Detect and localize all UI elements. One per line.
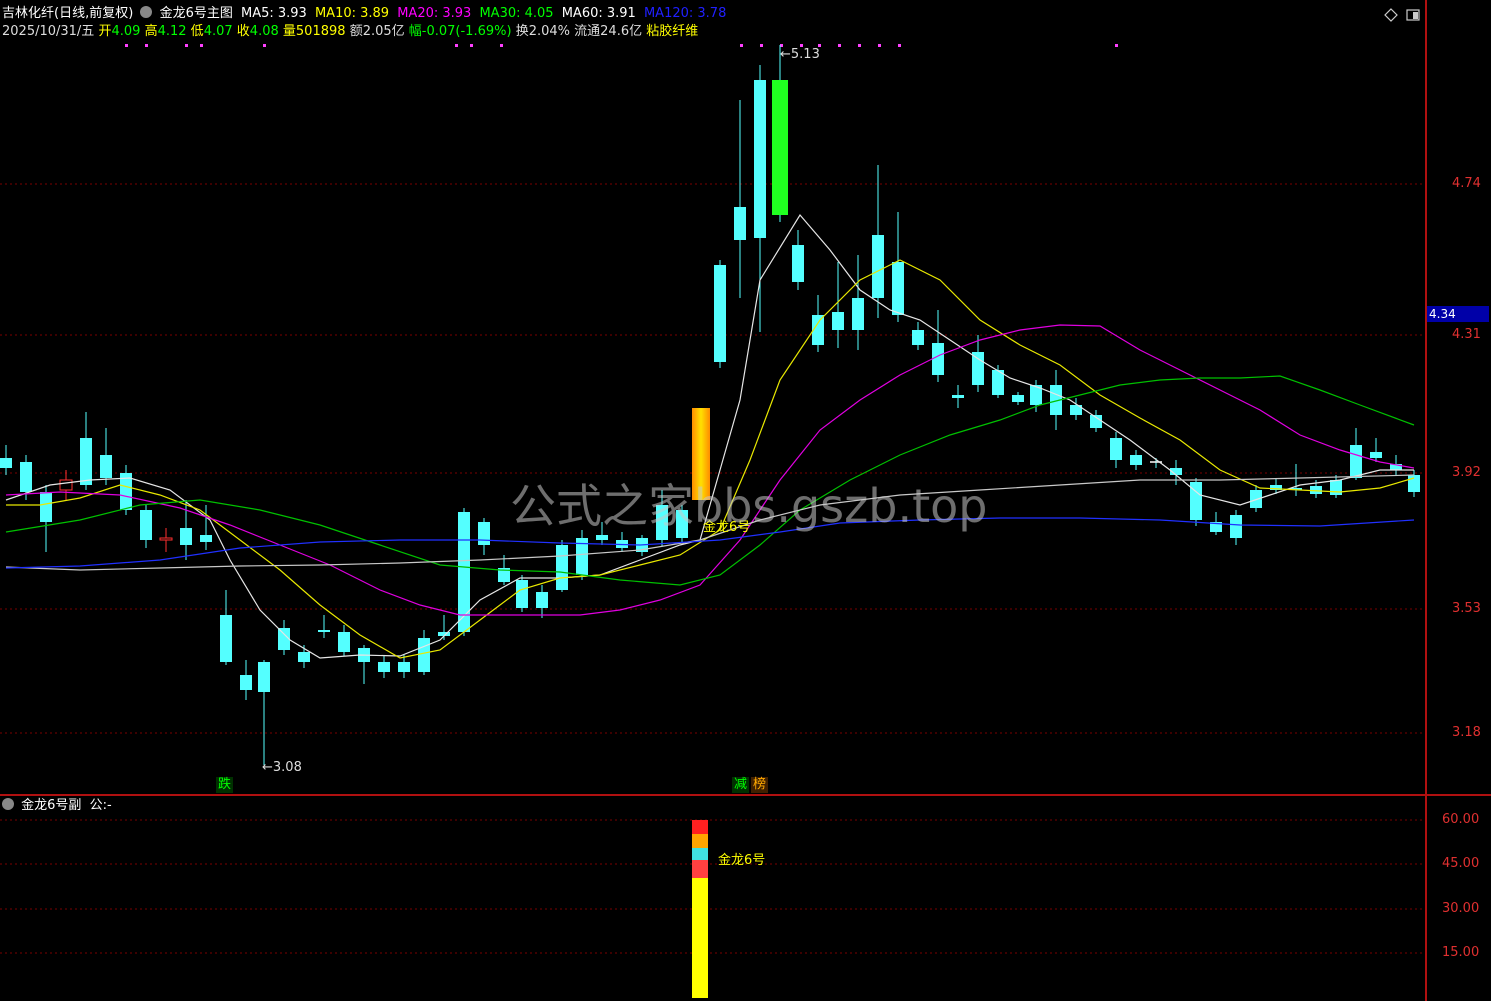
signal-dot	[455, 44, 458, 47]
signal-candle-green	[772, 80, 788, 215]
candle-down	[418, 638, 430, 672]
candle-up	[159, 537, 173, 541]
tag-die: 跌	[216, 777, 234, 793]
candle-down	[40, 492, 52, 522]
price-axis-label: 4.31	[1452, 327, 1481, 342]
candle-up	[59, 479, 73, 491]
sub-panel-title[interactable]: 金龙6号副	[21, 798, 81, 813]
gem-icon	[692, 860, 708, 878]
butterfly-icon	[692, 848, 708, 860]
candle-down	[298, 652, 310, 662]
candle-down	[932, 343, 944, 375]
arrow-left-icon: ←	[262, 760, 273, 775]
candle-down	[258, 662, 270, 692]
watermark-main: 公式之家bbs.gszb.top	[510, 479, 988, 533]
candle-down	[734, 207, 746, 240]
signal-dot	[740, 44, 743, 47]
candle-down	[220, 615, 232, 662]
candle-down	[792, 245, 804, 282]
price-axis-label: 4.74	[1452, 176, 1481, 191]
candle-down	[714, 265, 726, 362]
sub-axis-label: 60.00	[1442, 812, 1480, 827]
signal-dot	[185, 44, 188, 47]
candle-down	[1110, 438, 1122, 460]
candle-down	[852, 298, 864, 330]
butterfly-icon	[692, 834, 708, 848]
signal-dot	[1115, 44, 1118, 47]
candle-down	[1012, 395, 1024, 402]
signal-dot	[760, 44, 763, 47]
chevron-down-icon[interactable]	[2, 798, 14, 810]
candle-down	[80, 438, 92, 485]
signal-dot	[470, 44, 473, 47]
candle-down	[912, 330, 924, 345]
candle-down	[516, 580, 528, 608]
signal-dot	[858, 44, 861, 47]
candle-down	[1130, 455, 1142, 465]
candle-down	[1250, 490, 1262, 508]
candle-down	[892, 262, 904, 315]
candle-down	[0, 458, 12, 468]
signal-dot	[838, 44, 841, 47]
candle-down	[180, 528, 192, 545]
signal-dot	[500, 44, 503, 47]
sub-axis-label: 30.00	[1442, 901, 1480, 916]
candle-down	[378, 662, 390, 672]
candle-down	[240, 675, 252, 690]
candle-down	[1350, 445, 1362, 478]
candle-down	[20, 462, 32, 492]
tag-jian: 减	[732, 777, 750, 793]
sub-panel-formula: 公:-	[89, 798, 112, 813]
candle-down	[952, 395, 964, 398]
sub-indicator-chart[interactable]	[0, 796, 1425, 1001]
sub-axis-label: 15.00	[1442, 945, 1480, 960]
signal-bar-top	[692, 820, 708, 834]
candle-down	[872, 235, 884, 298]
candle-down	[1330, 480, 1342, 495]
candle-down	[556, 545, 568, 590]
right-axis-border	[1425, 0, 1427, 1001]
candle-down	[478, 522, 490, 545]
candle-down	[318, 630, 330, 632]
candle-down	[1370, 452, 1382, 458]
price-axis-label: 3.92	[1452, 465, 1481, 480]
candle-down	[754, 80, 766, 238]
candle-down	[200, 535, 212, 542]
tag-bang: 榜	[751, 777, 769, 793]
stock-chart-window: 吉林化纤(日线,前复权) 金龙6号主图 MA5: 3.93 MA10: 3.89…	[0, 0, 1491, 1001]
signal-dot	[145, 44, 148, 47]
candle-down	[398, 662, 410, 672]
candle-down	[832, 312, 844, 330]
current-price-tag: 4.34	[1427, 306, 1489, 322]
signal-dot	[878, 44, 881, 47]
signal-dot	[200, 44, 203, 47]
price-axis-label: 3.18	[1452, 725, 1481, 740]
price-axis-label: 3.53	[1452, 601, 1481, 616]
arrow-left-icon: ←	[780, 47, 791, 62]
candle-down	[536, 592, 548, 608]
candle-down	[972, 352, 984, 385]
signal-dot	[125, 44, 128, 47]
signal-dot	[898, 44, 901, 47]
candlestick-chart[interactable]	[0, 0, 1425, 794]
sub-panel-header: 金龙6号副 公:-	[2, 798, 112, 814]
signal-dot	[263, 44, 266, 47]
candle-down	[338, 632, 350, 652]
candle-down	[140, 510, 152, 540]
low-price-mark: ←3.08	[262, 760, 302, 775]
signal-volume-bar	[692, 878, 708, 998]
candle-down	[100, 455, 112, 478]
candle-down	[458, 512, 470, 632]
candle-down	[1408, 475, 1420, 492]
sub-axis-label: 45.00	[1442, 856, 1480, 871]
candle-down	[1230, 515, 1242, 538]
signal-label-sub: 金龙6号	[718, 853, 766, 868]
high-price-mark: ←5.13	[780, 47, 820, 62]
